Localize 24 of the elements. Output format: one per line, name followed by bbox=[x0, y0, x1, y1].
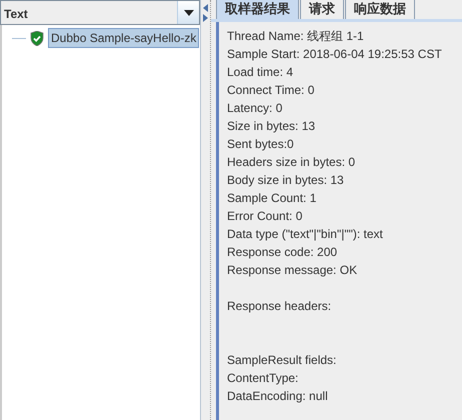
tab[interactable]: 请求 bbox=[300, 0, 344, 19]
tree-item[interactable]: Dubbo Sample-sayHello-zk bbox=[48, 28, 200, 48]
tab[interactable]: 取样器结果 bbox=[216, 0, 299, 19]
result-line: Headers size in bytes: 0 bbox=[227, 154, 356, 171]
left-arrow-icon[interactable] bbox=[203, 4, 208, 12]
result-line: Response headers: bbox=[227, 298, 332, 315]
result-line: Latency: 0 bbox=[227, 100, 284, 117]
result-line: Body size in bytes: 13 bbox=[227, 172, 345, 189]
right-arrow-icon[interactable] bbox=[203, 14, 208, 22]
result-line: Response code: 200 bbox=[227, 244, 338, 261]
result-line: Data type ("text"|"bin"|""): text bbox=[227, 226, 384, 243]
result-line: Sample Count: 1 bbox=[227, 190, 318, 207]
result-line: Thread Name: 线程组 1-1 bbox=[227, 28, 365, 45]
result-line: Connect Time: 0 bbox=[227, 82, 316, 99]
tab[interactable]: 响应数据 bbox=[345, 0, 415, 19]
result-line: SampleResult fields: bbox=[227, 352, 338, 369]
result-line: Size in bytes: 13 bbox=[227, 118, 316, 135]
result-line: DataEncoding: null bbox=[227, 388, 329, 405]
result-line: Sent bytes:0 bbox=[227, 136, 295, 153]
result-line: Error Count: 0 bbox=[227, 208, 304, 225]
result-line: Response message: OK bbox=[227, 262, 358, 279]
result-line: Load time: 4 bbox=[227, 64, 294, 81]
result-line: Sample Start: 2018-06-04 19:25:53 CST bbox=[227, 46, 443, 63]
result-line: ContentType: bbox=[227, 370, 300, 387]
